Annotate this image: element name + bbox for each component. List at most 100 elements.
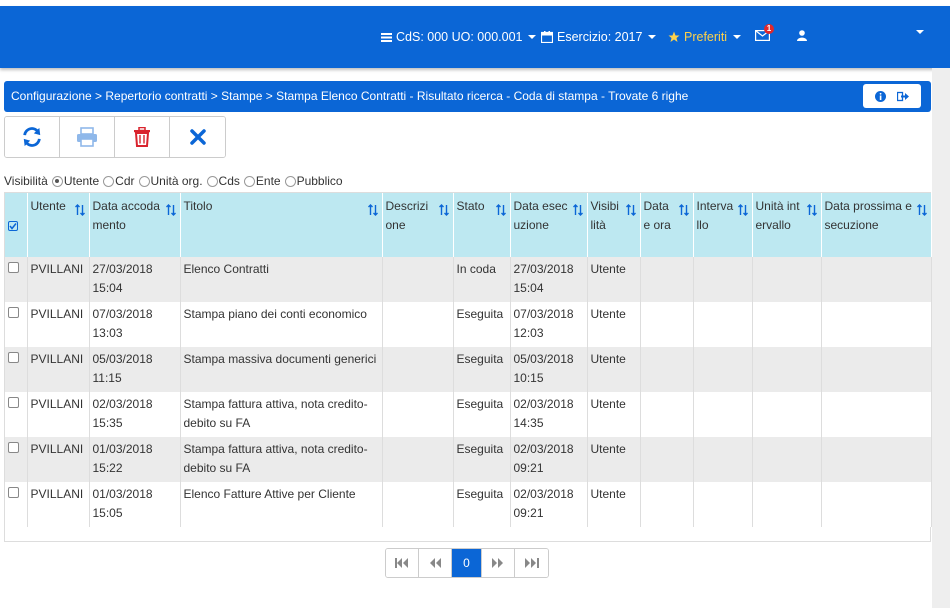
refresh-button[interactable] bbox=[5, 117, 60, 157]
row-checkbox[interactable] bbox=[8, 487, 19, 498]
cds-menu[interactable]: CdS: 000 UO: 000.001 bbox=[381, 30, 537, 44]
visibility-option-pubblico[interactable]: Pubblico bbox=[281, 174, 343, 188]
radio-button[interactable] bbox=[243, 175, 255, 187]
time: 15:05 bbox=[92, 506, 123, 520]
column-header-data-accodamento[interactable]: Data accodamento bbox=[89, 193, 181, 257]
messages-button[interactable]: 1 bbox=[755, 24, 774, 41]
visibility-label: Visibilità bbox=[4, 174, 48, 188]
last-page-button[interactable] bbox=[515, 549, 548, 577]
table-row[interactable]: PVILLANI 02/03/2018 15:35 Stampa fattura … bbox=[5, 392, 932, 437]
radio-button[interactable] bbox=[103, 175, 115, 187]
row-checkbox[interactable] bbox=[8, 352, 19, 363]
radio-button[interactable] bbox=[284, 175, 296, 187]
row-checkbox[interactable] bbox=[8, 442, 19, 453]
table-row[interactable]: PVILLANI 05/03/2018 11:15 Stampa massiva … bbox=[5, 347, 932, 392]
cell-data-prossima bbox=[821, 437, 932, 482]
trash-icon bbox=[134, 127, 150, 147]
date: 01/03/2018 bbox=[92, 487, 153, 501]
cell-visibilita: Utente bbox=[587, 392, 641, 437]
row-checkbox[interactable] bbox=[8, 397, 19, 408]
row-checkbox[interactable] bbox=[8, 262, 19, 273]
results-table: Utente Data accodamento Titolo Descrizio… bbox=[4, 192, 932, 542]
checkbox-checked-icon[interactable] bbox=[8, 221, 18, 231]
chevron-down-icon bbox=[916, 30, 924, 34]
preferiti-menu[interactable]: Preferiti bbox=[668, 30, 742, 44]
column-header-descrizione[interactable]: Descrizione bbox=[382, 193, 454, 257]
option-label: Pubblico bbox=[296, 174, 343, 188]
table-row[interactable]: PVILLANI 27/03/2018 15:04 Elenco Contratt… bbox=[5, 257, 932, 302]
cell-stato: Eseguita bbox=[453, 392, 511, 437]
radio-button[interactable] bbox=[138, 175, 150, 187]
cell-unita-intervallo bbox=[752, 437, 822, 482]
visibility-option-cdr[interactable]: Cdr bbox=[99, 174, 135, 188]
row-select-cell[interactable] bbox=[5, 437, 28, 482]
next-page-button[interactable] bbox=[482, 549, 515, 577]
sort-icon[interactable] bbox=[678, 203, 689, 222]
previous-page-button[interactable] bbox=[419, 549, 452, 577]
column-header-data-e-ora[interactable]: Data e ora bbox=[640, 193, 694, 257]
cell-stato: Eseguita bbox=[453, 437, 511, 482]
date: 05/03/2018 bbox=[513, 352, 574, 366]
info-icon[interactable] bbox=[874, 90, 886, 102]
column-header-visibilita[interactable]: Visibilità bbox=[587, 193, 641, 257]
column-header-unita-intervallo[interactable]: Unità intervallo bbox=[752, 193, 822, 257]
time: 15:22 bbox=[92, 461, 123, 475]
sort-icon[interactable] bbox=[572, 203, 583, 222]
visibility-option-unita-org[interactable]: Unità org. bbox=[135, 174, 203, 188]
column-header-intervallo[interactable]: Intervallo bbox=[693, 193, 753, 257]
sort-icon[interactable] bbox=[74, 203, 85, 222]
table-row[interactable]: PVILLANI 01/03/2018 15:22 Stampa fattura … bbox=[5, 437, 932, 482]
navbar-toggle[interactable] bbox=[910, 30, 924, 34]
date: 02/03/2018 bbox=[513, 442, 574, 456]
row-select-cell[interactable] bbox=[5, 302, 28, 347]
current-page-button[interactable]: 0 bbox=[452, 549, 482, 577]
sort-icon[interactable] bbox=[916, 203, 927, 222]
sort-icon[interactable] bbox=[165, 203, 176, 222]
esercizio-menu[interactable]: Esercizio: 2017 bbox=[541, 30, 657, 44]
select-all-header[interactable] bbox=[5, 193, 28, 257]
cell-descrizione bbox=[382, 392, 454, 437]
table-row[interactable]: PVILLANI 07/03/2018 13:03 Stampa piano de… bbox=[5, 302, 932, 347]
column-header-utente[interactable]: Utente bbox=[27, 193, 90, 257]
cell-utente: PVILLANI bbox=[27, 437, 90, 482]
cell-data-prossima bbox=[821, 392, 932, 437]
option-label: Ente bbox=[255, 174, 281, 188]
delete-button[interactable] bbox=[115, 117, 170, 157]
header-label: Titolo bbox=[183, 199, 213, 213]
sort-icon[interactable] bbox=[737, 203, 748, 222]
cell-data-prossima bbox=[821, 257, 932, 302]
option-label: Utente bbox=[63, 174, 100, 188]
sort-icon[interactable] bbox=[495, 203, 506, 222]
column-header-stato[interactable]: Stato bbox=[453, 193, 511, 257]
close-button[interactable] bbox=[170, 117, 225, 157]
cell-data-esecuzione: 07/03/2018 12:03 bbox=[510, 302, 588, 347]
cell-utente: PVILLANI bbox=[27, 392, 90, 437]
row-select-cell[interactable] bbox=[5, 392, 28, 437]
row-select-cell[interactable] bbox=[5, 347, 28, 392]
column-header-data-prossima-esecuzione[interactable]: Data prossima esecuzione bbox=[821, 193, 932, 257]
column-header-titolo[interactable]: Titolo bbox=[180, 193, 383, 257]
column-header-data-esecuzione[interactable]: Data esecuzione bbox=[510, 193, 588, 257]
visibility-option-cds[interactable]: Cds bbox=[203, 174, 240, 188]
time: 09:21 bbox=[513, 506, 544, 520]
radio-button[interactable] bbox=[206, 175, 218, 187]
radio-button[interactable] bbox=[51, 175, 63, 187]
visibility-option-ente[interactable]: Ente bbox=[240, 174, 281, 188]
user-menu[interactable] bbox=[797, 30, 811, 41]
sort-icon[interactable] bbox=[625, 203, 636, 222]
cell-unita-intervallo bbox=[752, 302, 822, 347]
row-select-cell[interactable] bbox=[5, 257, 28, 302]
cell-descrizione bbox=[382, 482, 454, 527]
time: 14:35 bbox=[513, 416, 544, 430]
time: 09:21 bbox=[513, 461, 544, 475]
sort-icon[interactable] bbox=[806, 203, 817, 222]
row-select-cell[interactable] bbox=[5, 482, 28, 527]
visibility-option-utente[interactable]: Utente bbox=[48, 174, 99, 188]
print-button[interactable] bbox=[60, 117, 115, 157]
first-page-button[interactable] bbox=[386, 549, 419, 577]
sort-icon[interactable] bbox=[367, 203, 378, 222]
row-checkbox[interactable] bbox=[8, 307, 19, 318]
sort-icon[interactable] bbox=[438, 203, 449, 222]
table-row[interactable]: PVILLANI 01/03/2018 15:05 Elenco Fatture … bbox=[5, 482, 932, 527]
exit-icon[interactable] bbox=[897, 91, 910, 102]
